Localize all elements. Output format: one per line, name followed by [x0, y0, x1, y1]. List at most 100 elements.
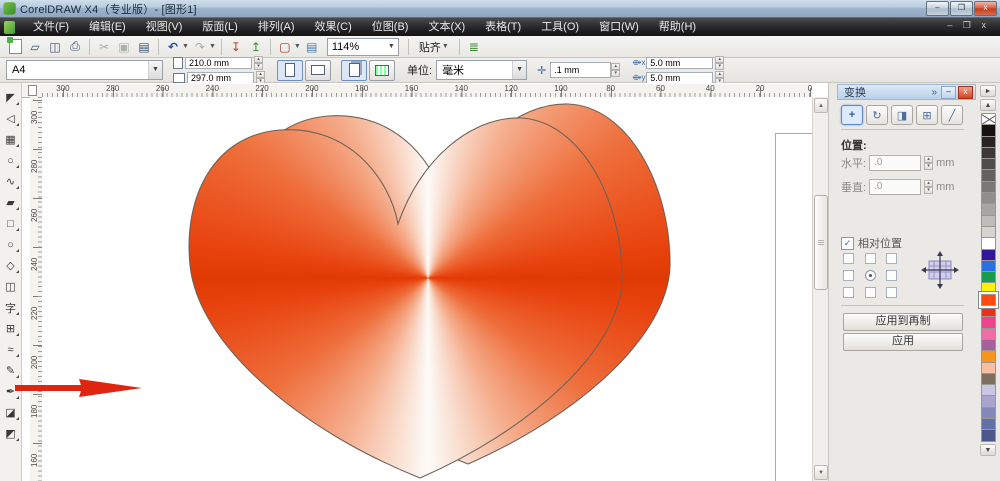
menu-item[interactable]: 版面(L) [192, 18, 247, 36]
save-icon[interactable]: ◫ [46, 38, 64, 55]
toolbox-tool[interactable]: □ [2, 215, 20, 232]
menu-item[interactable]: 文件(F) [23, 18, 79, 36]
redo-dropdown-icon[interactable]: ▼ [209, 43, 216, 50]
palette-swatch[interactable] [980, 113, 996, 126]
drawing-canvas[interactable] [42, 97, 812, 481]
scroll-up-icon[interactable]: ▲ [814, 98, 828, 113]
vertical-scrollbar[interactable]: ▲ ▼ [812, 97, 829, 481]
horizontal-ruler[interactable]: 300 280 260 240 220 200 180 160 140 120 100 80 60 40 2… [42, 84, 812, 98]
heart-shape-front[interactable] [42, 97, 812, 481]
palette-scroll-up-icon[interactable]: ▲ [980, 99, 996, 111]
copy-icon[interactable]: ▣ [115, 38, 133, 55]
landscape-button[interactable] [305, 59, 331, 81]
vertical-spinner[interactable]: ▴ ▾ [924, 180, 934, 194]
duplicate-y-field[interactable]: 5.0 mm [646, 71, 714, 84]
new-document-icon[interactable] [6, 37, 24, 55]
transform-mode-button[interactable]: ╱ [941, 105, 963, 125]
menu-item[interactable]: 位图(B) [362, 18, 419, 36]
toolbox-tool[interactable]: ○ [2, 236, 20, 253]
transform-mode-button[interactable]: + [841, 105, 863, 125]
menu-item[interactable]: 效果(C) [305, 18, 362, 36]
toolbox-tool[interactable]: ○ [2, 152, 20, 169]
current-page-button[interactable] [369, 59, 395, 81]
close-button[interactable]: x [974, 1, 997, 16]
anchor-checkbox[interactable] [886, 270, 898, 281]
palette-flyout-icon[interactable]: ► [980, 85, 996, 97]
anchor-checkbox[interactable] [864, 287, 876, 298]
toolbox-tool[interactable]: ◤ [2, 89, 20, 106]
redo-icon[interactable]: ↷ [191, 38, 209, 55]
ruler-origin-button[interactable] [22, 84, 42, 98]
open-icon[interactable]: ▱ [26, 38, 44, 55]
docker-expand-icon[interactable]: » [931, 87, 937, 98]
toolbox-tool[interactable]: ◁ [2, 110, 20, 127]
toolbox-tool[interactable]: ≈ [2, 341, 20, 358]
undo-icon[interactable]: ↶ [164, 38, 182, 55]
relative-position-checkbox[interactable]: ✓ [841, 236, 854, 250]
menu-item[interactable]: 表格(T) [475, 18, 531, 36]
menu-item[interactable]: 帮助(H) [649, 18, 706, 36]
print-icon[interactable]: ⎙ [66, 38, 84, 55]
units-combo[interactable]: 毫米 ▼ [436, 60, 528, 80]
cut-icon[interactable]: ✂ [95, 38, 113, 55]
snap-to-button[interactable]: 贴齐 ▼ [414, 39, 454, 55]
palette-swatch[interactable] [980, 429, 996, 442]
menu-item[interactable]: 文本(X) [418, 18, 475, 36]
toolbox-tool[interactable]: ◩ [2, 425, 20, 442]
transform-mode-button[interactable]: ↻ [866, 105, 888, 125]
docker-minimize-button[interactable]: – [941, 85, 956, 99]
minimize-button[interactable]: – [926, 1, 949, 16]
paper-type-combo[interactable]: A4 ▼ [6, 60, 163, 80]
maximize-button[interactable]: ❐ [950, 1, 973, 16]
menu-item[interactable]: 工具(O) [531, 18, 589, 36]
anchor-checkbox[interactable] [886, 287, 898, 298]
anchor-checkbox[interactable] [843, 253, 854, 264]
paste-icon[interactable]: ▤ [135, 38, 153, 55]
document-window-controls[interactable]: – ❐ x [947, 20, 996, 31]
menu-item[interactable]: 编辑(E) [79, 18, 136, 36]
horizontal-spinner[interactable]: ▴ ▾ [924, 156, 934, 170]
toolbox-tool[interactable]: 字 [2, 299, 20, 316]
scroll-down-icon[interactable]: ▼ [814, 465, 828, 480]
application-launcher-icon[interactable]: ▢ [276, 38, 294, 55]
toolbox-tool[interactable]: ◪ [2, 404, 20, 421]
menu-item[interactable]: 视图(V) [136, 18, 193, 36]
transform-mode-button[interactable]: ◨ [891, 105, 913, 125]
export-icon[interactable]: ↥ [247, 38, 265, 55]
nudge-offset-field[interactable]: .1 mm [550, 62, 612, 78]
anchor-checkbox[interactable] [843, 270, 854, 281]
paper-width-field[interactable]: 210.0 mm [185, 56, 252, 69]
toolbox-tool[interactable]: ✎ [2, 362, 20, 379]
docker-close-button[interactable]: x [958, 85, 973, 99]
paper-width-spinner[interactable]: ▴ ▾ [254, 55, 263, 70]
transform-mode-button[interactable]: ⊞ [916, 105, 938, 125]
toolbox-tool[interactable]: ∿ [2, 173, 20, 190]
toolbox-tool[interactable]: ◫ [2, 278, 20, 295]
options-icon[interactable]: ≣ [465, 38, 483, 55]
apply-to-duplicate-button[interactable]: 应用到再制 [843, 313, 963, 331]
toolbox-tool[interactable]: ▰ [2, 194, 20, 211]
vertical-field[interactable]: .0 [869, 179, 922, 195]
anchor-point-grid[interactable] [843, 253, 899, 298]
anchor-checkbox[interactable] [864, 253, 876, 264]
toolbox-tool[interactable]: ⊞ [2, 320, 20, 337]
anchor-center-radio[interactable] [864, 270, 876, 281]
all-pages-button[interactable] [341, 59, 367, 81]
welcome-screen-icon[interactable]: ▤ [303, 38, 321, 55]
nudge-spinner[interactable]: ▴ ▾ [611, 63, 621, 77]
apply-button[interactable]: 应用 [843, 333, 963, 351]
palette-scroll-down-icon[interactable]: ▼ [980, 443, 996, 456]
undo-dropdown-icon[interactable]: ▼ [182, 43, 189, 50]
duplicate-x-field[interactable]: 5.0 mm [646, 56, 714, 69]
anchor-checkbox[interactable] [843, 287, 854, 298]
portrait-button[interactable] [277, 59, 303, 81]
import-icon[interactable]: ↧ [227, 38, 245, 55]
zoom-level-combo[interactable]: 114% ▼ [326, 37, 399, 56]
palette-swatch[interactable] [978, 291, 998, 309]
menu-item[interactable]: 排列(A) [248, 18, 305, 36]
anchor-checkbox[interactable] [886, 253, 898, 264]
horizontal-field[interactable]: .0 [869, 155, 922, 171]
duplicate-x-spinner[interactable]: ▴ ▾ [715, 55, 725, 70]
toolbox-tool[interactable]: ◇ [2, 257, 20, 274]
scrollbar-thumb[interactable] [814, 195, 828, 290]
